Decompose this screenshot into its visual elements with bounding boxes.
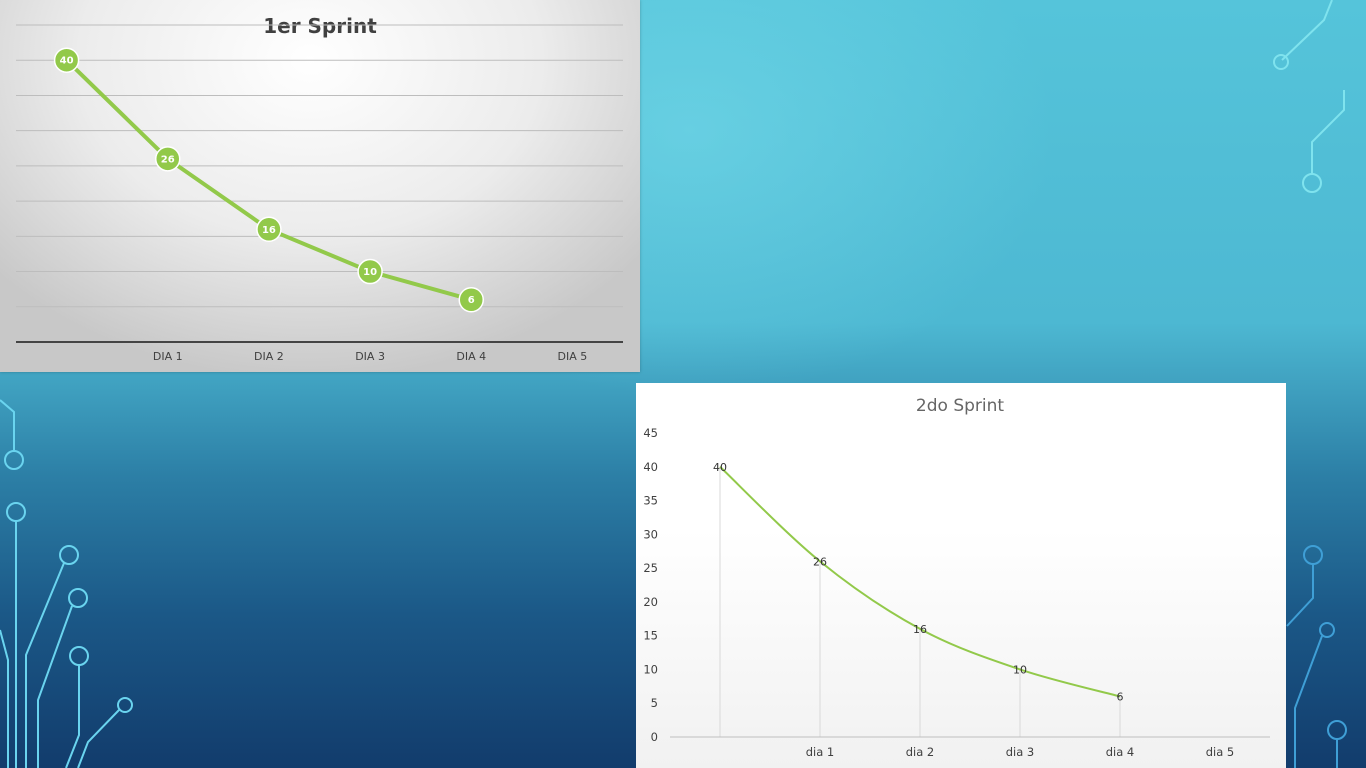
y-tick-label: 0 xyxy=(651,730,658,744)
x-tick-label: dia 4 xyxy=(1106,745,1135,759)
x-tick-label: DIA 3 xyxy=(355,350,385,363)
y-tick-label: 40 xyxy=(643,460,658,474)
data-label: 26 xyxy=(813,555,827,568)
y-tick-label: 45 xyxy=(643,426,658,440)
sprint-1-chart-panel: 1er Sprint DIA 1 DIA 2 DIA 3 DIA 4 DIA 5 40 2… xyxy=(0,0,640,372)
sprint-2-chart: 2do Sprint 0 5 10 15 20 25 30 35 40 45 dia 1 dia 2… xyxy=(643,396,1270,759)
y-tick-label: 30 xyxy=(643,527,658,541)
data-label: 40 xyxy=(60,56,74,67)
circuit-trace-left xyxy=(0,399,133,768)
series-line xyxy=(64,58,474,302)
sprint-1-chart: 1er Sprint DIA 1 DIA 2 DIA 3 DIA 4 DIA 5 40 2… xyxy=(16,14,623,363)
y-tick-label: 10 xyxy=(643,662,658,676)
data-label: 26 xyxy=(161,154,175,165)
data-label: 6 xyxy=(468,295,475,306)
x-tick-label: dia 3 xyxy=(1006,745,1035,759)
y-tick-label: 20 xyxy=(643,595,658,609)
data-label: 16 xyxy=(262,225,276,236)
data-label: 40 xyxy=(713,461,727,474)
x-tick-label: dia 1 xyxy=(806,745,835,759)
y-tick-label: 15 xyxy=(643,629,658,643)
x-tick-label: dia 2 xyxy=(906,745,935,759)
y-tick-label: 25 xyxy=(643,561,658,575)
y-tick-label: 5 xyxy=(651,696,658,710)
sprint-2-chart-panel: 2do Sprint 0 5 10 15 20 25 30 35 40 45 dia 1 dia 2… xyxy=(636,383,1286,768)
x-tick-label: DIA 4 xyxy=(456,350,486,363)
x-tick-label: dia 5 xyxy=(1206,745,1235,759)
data-label: 10 xyxy=(363,267,377,278)
data-label: 6 xyxy=(1117,690,1124,703)
x-tick-label: DIA 5 xyxy=(558,350,588,363)
circuit-trace-top-right xyxy=(1273,0,1345,193)
x-tick-label: DIA 2 xyxy=(254,350,284,363)
y-tick-label: 35 xyxy=(643,494,658,508)
data-label: 10 xyxy=(1013,663,1027,676)
chart-title: 2do Sprint xyxy=(916,396,1004,416)
x-tick-label: DIA 1 xyxy=(153,350,183,363)
chart-title: 1er Sprint xyxy=(263,14,377,38)
data-label: 16 xyxy=(913,623,927,636)
circuit-trace-bottom-right xyxy=(1286,545,1347,768)
